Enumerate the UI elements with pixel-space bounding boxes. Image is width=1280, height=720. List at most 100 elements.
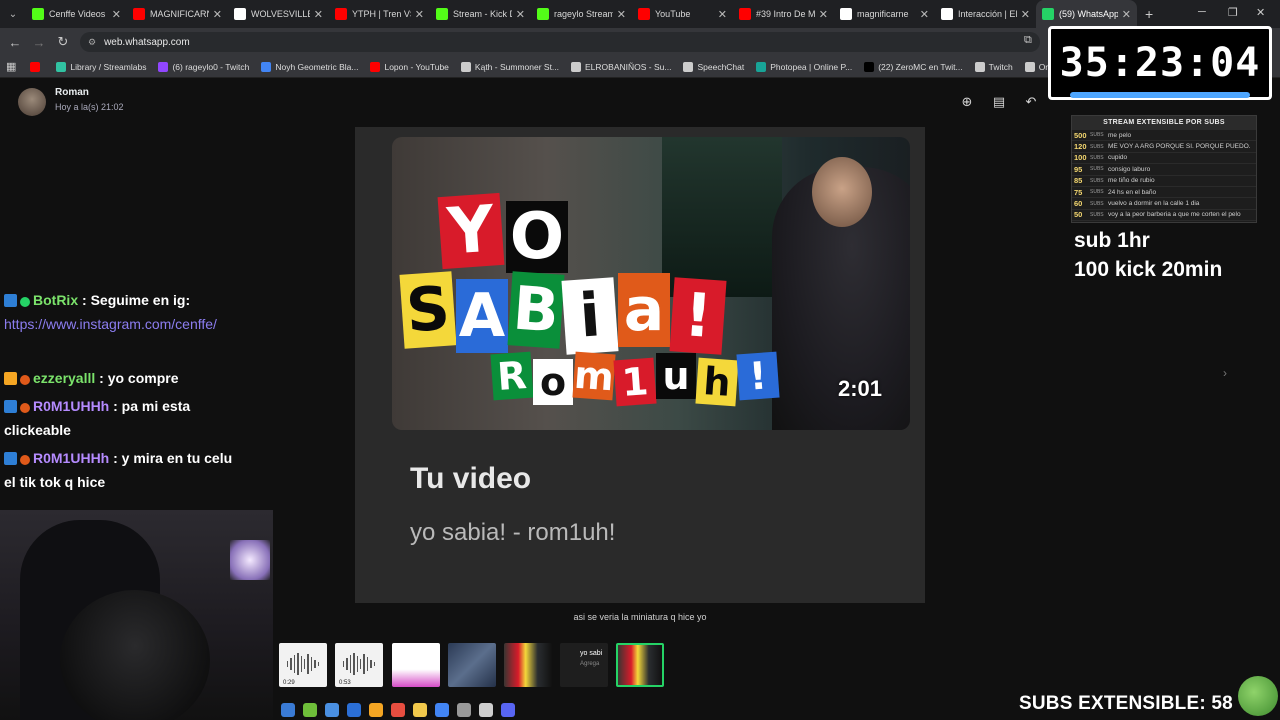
bookmark-item[interactable]: Library / Streamlabs (56, 61, 146, 72)
chat-username[interactable]: ezzeryalll (33, 370, 95, 386)
mail-icon[interactable] (347, 703, 361, 717)
browser-tab[interactable]: YouTube ✕ (632, 0, 733, 28)
goal-unit: SUBS (1090, 154, 1104, 161)
media-strip-item[interactable] (448, 643, 496, 687)
media-strip-item[interactable] (616, 643, 664, 687)
minimize-icon[interactable]: ─ (1198, 6, 1206, 18)
goal-unit: SUBS (1090, 143, 1104, 150)
tabs-container: Cenffe Videos ✕ MAGNIFICARN ✕ WOLVESVILLE ✕ YT… (26, 0, 1137, 28)
chat-username[interactable]: BotRix (33, 292, 78, 308)
discord-icon[interactable] (501, 703, 515, 717)
bookmark-item[interactable]: Twitch (974, 61, 1013, 72)
close-tab-icon[interactable]: ✕ (213, 8, 222, 21)
chat-text: : yo compre (99, 370, 179, 386)
chrome-icon[interactable] (435, 703, 449, 717)
close-tab-icon[interactable]: ✕ (1122, 8, 1131, 21)
close-tab-icon[interactable]: ✕ (314, 8, 323, 21)
bookmark-favicon-icon (1024, 61, 1035, 72)
close-tab-icon[interactable]: ✕ (1021, 8, 1030, 21)
subs-goal-row: 50 SUBS voy a la peor barberia a que me co… (1072, 210, 1256, 222)
apps-grid-icon[interactable]: ▦ (6, 60, 16, 73)
media-strip-item[interactable]: 0:29 (279, 643, 327, 687)
browser-tab[interactable]: Cenffe Videos ✕ (26, 0, 127, 28)
bookmark-item[interactable]: Kąth - Summoner St... (460, 61, 559, 72)
back-arrow-icon[interactable]: ← (3, 35, 27, 50)
tab-title: YTPH | Tren VS (352, 9, 411, 19)
chat-badge-icon (4, 400, 17, 413)
pen-icon[interactable] (369, 703, 383, 717)
close-tab-icon[interactable]: ✕ (112, 8, 121, 21)
chat-username[interactable]: R0M1UHHh (33, 450, 109, 466)
chat-link[interactable]: https://www.instagram.com/cenffe/ (4, 316, 217, 332)
bookmark-item[interactable]: (22) ZeroMC en Twit... (864, 61, 963, 72)
settings-icon[interactable] (457, 703, 471, 717)
reply-icon[interactable]: ↶ (1022, 94, 1040, 110)
media-preview[interactable]: Y O S A Bi a! Ro m 1 u h! 2:01 Tu video yo sabia! … (355, 127, 925, 603)
google-icon (234, 8, 246, 20)
bookmark-item[interactable]: Photopea | Online P... (756, 61, 852, 72)
bookmark-item[interactable]: SpeechChat (683, 61, 744, 72)
close-tab-icon[interactable]: ✕ (819, 8, 828, 21)
browser-tab[interactable]: WOLVESVILLE ✕ (228, 0, 329, 28)
media-strip-item[interactable] (392, 643, 440, 687)
kick-icon (537, 8, 549, 20)
bookmark-item[interactable]: (6) rageylo0 - Twitch (158, 61, 249, 72)
zoom-icon[interactable]: ⊕ (958, 94, 976, 110)
bookmark-label: Noyh Geometric Bla... (275, 61, 359, 72)
chat-username[interactable]: R0M1UHHh (33, 398, 109, 414)
subs-panel-header: STREAM EXTENSIBLE POR SUBS (1072, 116, 1256, 130)
browser-tab[interactable]: Stream - Kick D ✕ (430, 0, 531, 28)
chat-message: R0M1UHHh : pa mi esta clickeable (4, 394, 244, 442)
avatar (18, 88, 46, 116)
goal-count: 100 (1074, 153, 1087, 163)
browser-tab[interactable]: (59) WhatsApp ✕ (1036, 0, 1137, 28)
go-to-message-icon[interactable]: ▤ (990, 94, 1008, 110)
chat-text: : Seguime en ig: (82, 292, 191, 308)
tab-search-chevron-icon[interactable]: ⌄ (0, 0, 26, 28)
browser-tab[interactable]: rageylo Stream ✕ (531, 0, 632, 28)
media-strip-item[interactable]: yo sabi Agrega (560, 643, 608, 687)
close-tab-icon[interactable]: ✕ (617, 8, 626, 21)
reload-icon[interactable]: ↻ (51, 34, 75, 50)
goal-text: vuelvo a dormir en la calle 1 dia (1108, 200, 1200, 208)
folder-icon[interactable] (413, 703, 427, 717)
close-tab-icon[interactable]: ✕ (516, 8, 525, 21)
youtube-icon (335, 8, 347, 20)
video-thumbnail[interactable]: Y O S A Bi a! Ro m 1 u h! 2:01 (392, 137, 910, 430)
restore-icon[interactable]: ❐ (1228, 6, 1238, 19)
close-tab-icon[interactable]: ✕ (718, 8, 727, 21)
goal-count: 500 (1074, 130, 1087, 140)
install-app-icon[interactable]: ⧉ (1024, 34, 1032, 47)
tab-title: Stream - Kick D (453, 9, 512, 19)
bookmark-item[interactable]: Noyh Geometric Bla... (261, 61, 359, 72)
browser-tab[interactable]: #39 Intro De M ✕ (733, 0, 834, 28)
thumbnail-letter: ! (736, 351, 780, 401)
bookmark-item[interactable]: Lopon - YouTube (370, 61, 449, 72)
audio-icon[interactable] (479, 703, 493, 717)
address-bar[interactable]: ⚙ web.whatsapp.com (80, 32, 1040, 52)
start-icon[interactable] (281, 703, 295, 717)
subs-goal-row: 95 SUBS consigo laburo (1072, 164, 1256, 176)
browser-tab[interactable]: Interacción | El ✕ (935, 0, 1036, 28)
bookmark-item[interactable]: ELROBANIÑOS - Su... (571, 61, 671, 72)
bookmark-item[interactable] (30, 61, 44, 72)
close-tab-icon[interactable]: ✕ (415, 8, 424, 21)
forward-arrow-icon[interactable]: → (27, 35, 51, 50)
task-view-icon[interactable] (325, 703, 339, 717)
close-tab-icon[interactable]: ✕ (920, 8, 929, 21)
next-media-icon[interactable]: › (1223, 366, 1227, 380)
waveform-icon (343, 653, 376, 675)
new-tab-button[interactable]: + (1145, 6, 1153, 22)
media-strip-item[interactable] (504, 643, 552, 687)
goal-count: 85 (1074, 176, 1083, 186)
browser-tab[interactable]: YTPH | Tren VS ✕ (329, 0, 430, 28)
xbox-icon[interactable] (303, 703, 317, 717)
close-window-icon[interactable]: ✕ (1256, 6, 1265, 19)
browser-tab[interactable]: MAGNIFICARN ✕ (127, 0, 228, 28)
site-info-icon[interactable]: ⚙ (88, 37, 96, 48)
thumbnail-letter: A (456, 279, 508, 353)
media-strip-item[interactable]: 0:53 (335, 643, 383, 687)
browser-icon[interactable] (391, 703, 405, 717)
browser-tab[interactable]: magnificarne ✕ (834, 0, 935, 28)
youtube-icon (739, 8, 751, 20)
